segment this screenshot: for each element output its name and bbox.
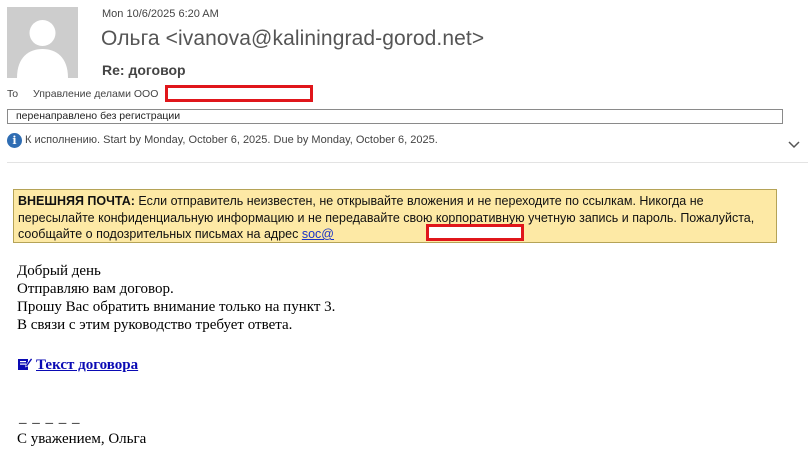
soc-email-link[interactable]: soc@ [302, 227, 334, 241]
chevron-down-icon[interactable] [787, 140, 801, 150]
email-subject: Re: договор [102, 62, 186, 78]
email-body: Добрый день Отправляю вам договор. Прошу… [17, 262, 335, 334]
info-icon: i [7, 133, 22, 148]
sender-avatar [7, 7, 78, 78]
redaction-box [426, 224, 524, 241]
warning-label: ВНЕШНЯЯ ПОЧТА: [18, 194, 135, 208]
sender-name[interactable]: Ольга <ivanova@kaliningrad-gorod.net> [101, 27, 484, 51]
body-line: Добрый день [17, 263, 101, 279]
external-mail-warning: ВНЕШНЯЯ ПОЧТА: Если отправитель неизвест… [13, 189, 777, 243]
body-line: Отправляю вам договор. [17, 281, 174, 297]
body-line: Прошу Вас обратить внимание только на пу… [17, 299, 336, 315]
signature-separator: _ _ _ _ _ [19, 410, 81, 426]
category-label: перенаправлено без регистрации [7, 109, 783, 124]
signature: С уважением, Ольга [17, 431, 147, 447]
recipient-name[interactable]: Управление делами ООО [33, 88, 158, 100]
document-edit-icon [18, 357, 33, 370]
contract-link-text[interactable]: Текст договора [36, 357, 138, 373]
to-label: To [7, 88, 19, 100]
body-line: В связи с этим руководство требует ответ… [17, 317, 293, 333]
sent-date: Mon 10/6/2025 6:20 AM [102, 8, 219, 20]
header-divider [7, 162, 808, 163]
redaction-box [165, 85, 313, 102]
flag-status-text: К исполнению. Start by Monday, October 6… [25, 134, 438, 146]
contract-document-link[interactable]: Текст договора [17, 356, 138, 374]
person-silhouette-icon [7, 7, 78, 78]
email-reading-pane: Mon 10/6/2025 6:20 AM Ольга <ivanova@kal… [0, 0, 808, 455]
